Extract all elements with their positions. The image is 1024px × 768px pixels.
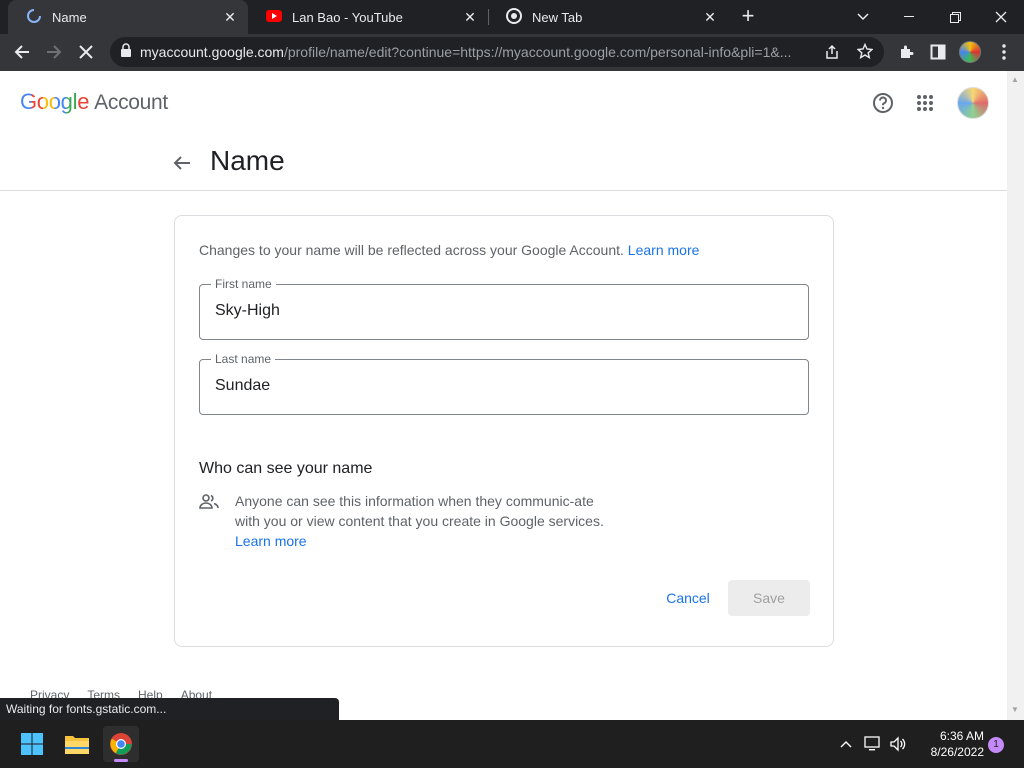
restore-button[interactable] bbox=[932, 0, 978, 34]
page-title: Name bbox=[210, 145, 285, 176]
visibility-learn-more-link[interactable]: Learn more bbox=[235, 533, 307, 549]
chrome-icon bbox=[506, 7, 522, 27]
close-tab-icon[interactable]: ✕ bbox=[702, 9, 718, 25]
windows-taskbar: 6:36 AM 8/26/2022 1 bbox=[0, 720, 1024, 768]
visibility-text: Anyone can see this information when the… bbox=[235, 491, 605, 551]
tab-youtube[interactable]: Lan Bao - YouTube ✕ bbox=[248, 0, 488, 34]
url-text: myaccount.google.com/profile/name/edit?c… bbox=[140, 44, 810, 60]
close-tab-icon[interactable]: ✕ bbox=[462, 9, 478, 25]
last-name-field[interactable]: Last name bbox=[199, 352, 809, 415]
page-title-row: Name bbox=[0, 135, 1007, 191]
extensions-puzzle-icon[interactable] bbox=[892, 38, 920, 66]
minimize-button[interactable] bbox=[886, 0, 932, 34]
status-bubble: Waiting for fonts.gstatic.com... bbox=[0, 698, 339, 720]
help-icon[interactable] bbox=[871, 91, 895, 115]
profile-avatar[interactable] bbox=[959, 41, 981, 63]
lock-icon bbox=[120, 42, 132, 62]
back-arrow-icon[interactable] bbox=[170, 151, 194, 175]
notification-badge[interactable]: 1 bbox=[988, 737, 1004, 753]
tab-title: New Tab bbox=[532, 9, 583, 25]
first-name-input[interactable] bbox=[215, 302, 785, 320]
taskbar-clock[interactable]: 6:36 AM 8/26/2022 bbox=[914, 728, 984, 760]
scroll-up-arrow-icon[interactable]: ▲ bbox=[1011, 75, 1019, 84]
google-account-header: Google Account bbox=[0, 71, 1007, 135]
tab-name[interactable]: Name ✕ bbox=[8, 0, 248, 34]
bookmark-star-icon[interactable] bbox=[856, 42, 874, 64]
windows-start-icon[interactable] bbox=[14, 726, 50, 762]
url-host: myaccount.google.com bbox=[140, 44, 284, 60]
close-window-button[interactable] bbox=[978, 0, 1024, 34]
loading-spinner-icon bbox=[26, 8, 42, 27]
browser-toolbar: myaccount.google.com/profile/name/edit?c… bbox=[0, 34, 1024, 71]
last-name-input[interactable] bbox=[215, 377, 785, 395]
forward-button[interactable] bbox=[40, 38, 68, 66]
account-avatar[interactable] bbox=[957, 87, 989, 119]
first-name-field[interactable]: First name bbox=[199, 277, 809, 340]
clock-date: 8/26/2022 bbox=[930, 745, 984, 759]
stop-loading-icon[interactable] bbox=[72, 38, 100, 66]
back-button[interactable] bbox=[8, 38, 36, 66]
page-scrollbar[interactable]: ▲ ▼ bbox=[1007, 71, 1024, 720]
intro-message: Changes to your name will be reflected a… bbox=[199, 242, 624, 258]
new-tab-button[interactable]: + bbox=[736, 5, 760, 29]
last-name-label: Last name bbox=[211, 352, 276, 366]
save-button[interactable]: Save bbox=[728, 580, 810, 616]
active-app-indicator bbox=[114, 759, 128, 762]
name-edit-card: Changes to your name will be reflected a… bbox=[174, 215, 834, 647]
chrome-taskbar-icon[interactable] bbox=[103, 726, 139, 762]
visibility-message: Anyone can see this information when the… bbox=[235, 493, 604, 529]
tab-title: Name bbox=[52, 9, 87, 25]
visibility-title: Who can see your name bbox=[199, 460, 373, 477]
share-icon[interactable] bbox=[824, 44, 840, 65]
address-bar[interactable]: myaccount.google.com/profile/name/edit?c… bbox=[110, 37, 884, 67]
google-logo-text: Google bbox=[20, 89, 90, 114]
people-icon bbox=[199, 492, 219, 512]
close-tab-icon[interactable]: ✕ bbox=[222, 9, 238, 25]
apps-grid-icon[interactable] bbox=[913, 91, 937, 115]
clock-time: 6:36 AM bbox=[939, 729, 984, 743]
side-panel-icon[interactable] bbox=[924, 38, 952, 66]
intro-text: Changes to your name will be reflected a… bbox=[199, 242, 699, 258]
youtube-icon bbox=[266, 9, 282, 25]
volume-icon[interactable] bbox=[888, 734, 908, 754]
tab-new-tab[interactable]: New Tab ✕ bbox=[488, 0, 728, 34]
file-explorer-icon[interactable] bbox=[59, 726, 95, 762]
url-path: /profile/name/edit?continue=https://myac… bbox=[283, 44, 792, 60]
scroll-down-arrow-icon[interactable]: ▼ bbox=[1011, 705, 1019, 714]
page-content: Google Account Name Changes to your name … bbox=[0, 71, 1007, 720]
tab-search-icon[interactable] bbox=[840, 0, 886, 34]
account-logo-text: Account bbox=[94, 91, 168, 114]
first-name-label: First name bbox=[211, 277, 276, 291]
tab-title: Lan Bao - YouTube bbox=[292, 9, 403, 25]
tray-overflow-chevron-icon[interactable] bbox=[836, 734, 856, 754]
tab-strip: Name ✕ Lan Bao - YouTube ✕ New Tab ✕ + bbox=[0, 0, 1024, 34]
cancel-button[interactable]: Cancel bbox=[655, 580, 721, 616]
learn-more-link[interactable]: Learn more bbox=[628, 242, 700, 258]
google-account-logo[interactable]: Google Account bbox=[20, 89, 168, 115]
network-icon[interactable] bbox=[863, 734, 883, 754]
more-menu-icon[interactable] bbox=[990, 38, 1018, 66]
